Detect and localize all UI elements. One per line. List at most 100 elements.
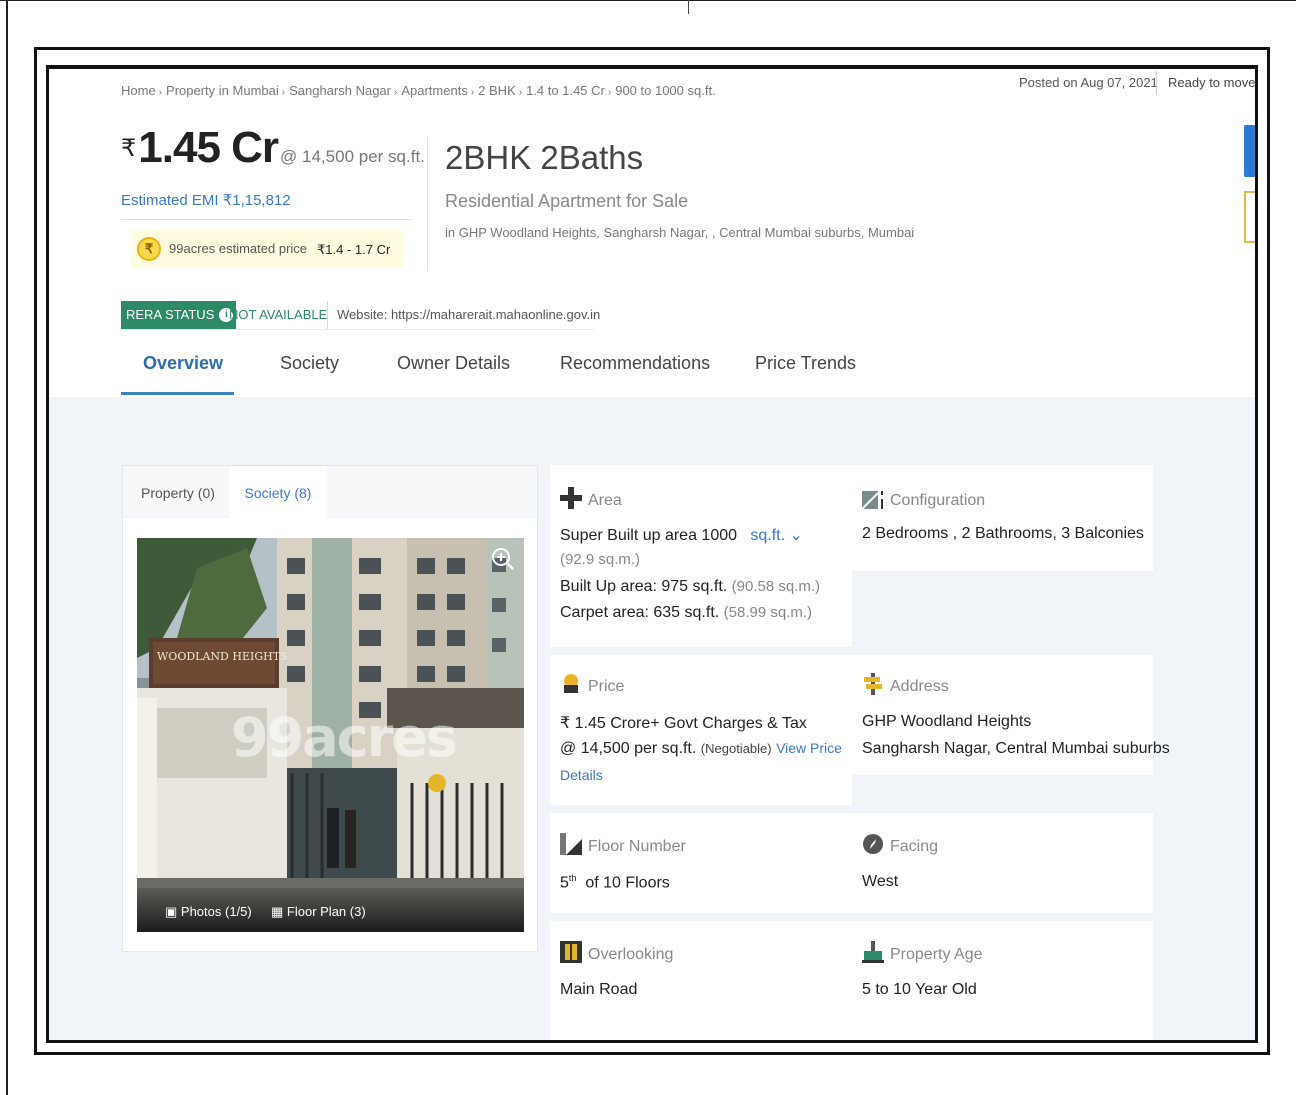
zoom-icon[interactable]	[490, 546, 516, 572]
breadcrumb-item[interactable]: Home	[121, 83, 156, 98]
price-per-sqft: @ 14,500 per sq.ft.	[280, 147, 425, 166]
contact-button-edge[interactable]	[1244, 125, 1255, 177]
carpet-sqm: (58.99 sq.m.)	[723, 604, 813, 621]
negotiable-tag: (Negotiable)	[700, 741, 772, 756]
price-divider	[121, 219, 411, 220]
chevron-right-icon: ›	[607, 87, 612, 98]
carpet-value: Carpet area: 635 sq.ft.	[560, 604, 720, 621]
compass-icon	[863, 834, 883, 854]
overlooking-label: Overlooking	[588, 946, 674, 963]
price-details-link[interactable]: Details	[560, 767, 603, 783]
image-icon: ▣	[165, 904, 181, 919]
floor-label: Floor Number	[588, 838, 686, 855]
photo-tabs: Property (0) Society (8)	[123, 466, 537, 518]
header-divider	[1156, 71, 1157, 95]
watermark-logo: 99acres	[231, 706, 458, 769]
built-up-value: Built Up area: 975 sq.ft.	[560, 578, 728, 595]
super-built-value: Super Built up area 1000	[560, 527, 738, 544]
page-top-border	[0, 0, 1296, 1]
unit-dropdown[interactable]: sq.ft. ⌄	[750, 527, 803, 544]
price-label: Price	[588, 678, 625, 695]
emi-link[interactable]: Estimated EMI ₹1,15,812	[121, 191, 291, 209]
overlooking-value: Main Road	[560, 981, 638, 998]
floor-value: 5th of 10 Floors	[560, 873, 670, 892]
chevron-down-icon: ⌄	[789, 527, 803, 544]
super-built-sqm-value: (92.9 sq.m.)	[560, 551, 641, 568]
availability-status: Ready to move	[1168, 75, 1256, 90]
tab-property-photos[interactable]: Property (0)	[141, 466, 215, 518]
rera-website: Website: https://maharerait.mahaonline.g…	[337, 307, 601, 322]
rera-badge-label: RERA STATUS	[126, 307, 215, 322]
screenshot-frame: Home › Property in Mumbai › Sangharsh Nagar ›…	[34, 47, 1270, 1055]
floor-suffix: th	[568, 873, 577, 883]
configuration-value: 2 Bedrooms , 2 Bathrooms, 3 Balconies	[862, 525, 1144, 542]
header-vertical-divider	[427, 137, 428, 271]
configuration-icon	[862, 491, 883, 509]
floor-plan-button[interactable]: ▦ Floor Plan (3)	[271, 904, 366, 920]
price-heading-detail: Price	[560, 673, 624, 696]
built-up-sqm: (90.58 sq.m.)	[731, 578, 821, 595]
tab-recommendations[interactable]: Recommendations	[560, 353, 710, 374]
breadcrumb-item[interactable]: 2 BHK	[478, 83, 516, 98]
configuration-card: Configuration 2 Bedrooms , 2 Bathrooms, …	[852, 465, 1153, 571]
facing-card: Facing West	[852, 813, 1153, 913]
chevron-right-icon: ›	[470, 87, 475, 98]
unit-label: sq.ft.	[750, 527, 786, 544]
chevron-right-icon: ›	[281, 87, 286, 98]
floor-total: of 10 Floors	[585, 874, 670, 892]
money-bag-icon	[564, 674, 578, 693]
configuration-label: Configuration	[890, 492, 986, 509]
estimated-price-box[interactable]: ₹ 99acres estimated price ₹1.4 - 1.7 Cr	[131, 230, 403, 268]
breadcrumb-item[interactable]: Sangharsh Nagar	[289, 83, 391, 98]
breadcrumb: Home › Property in Mumbai › Sangharsh Nagar ›…	[121, 83, 716, 98]
price-per-sqft-detail: @ 14,500 per sq.ft.	[560, 740, 697, 757]
shortlist-button-edge[interactable]	[1244, 191, 1255, 243]
rupee-coin-icon: ₹	[137, 237, 161, 261]
tab-society-photos[interactable]: Society (8)	[229, 466, 327, 518]
frame-top-bar	[49, 65, 1255, 69]
floor-number: 5	[560, 874, 569, 892]
area-heading: Area	[560, 487, 622, 510]
estimate-label: 99acres estimated price	[169, 241, 308, 256]
price-line-3: Details	[560, 767, 603, 785]
listing-location: in GHP Woodland Heights, Sangharsh Nagar…	[445, 225, 915, 240]
window-icon	[560, 941, 582, 963]
rupee-symbol: ₹	[121, 135, 137, 162]
area-icon	[560, 487, 582, 509]
breadcrumb-item[interactable]: Property in Mumbai	[166, 83, 279, 98]
tab-price-trends[interactable]: Price Trends	[755, 353, 856, 374]
property-age-label: Property Age	[890, 946, 983, 963]
view-price-link[interactable]: View Price	[776, 740, 842, 756]
rera-status-badge[interactable]: RERA STATUS i	[121, 301, 237, 329]
chevron-right-icon: ›	[394, 87, 398, 98]
signpost-icon	[864, 673, 882, 695]
area-label: Area	[588, 492, 622, 509]
floor-heading: Floor Number	[560, 833, 686, 856]
property-age-value: 5 to 10 Year Old	[862, 981, 977, 998]
estimate-range: ₹1.4 - 1.7 Cr	[317, 242, 391, 257]
page-left-border	[6, 0, 8, 1095]
society-photo[interactable]: WOODLAND HEIGHTS 99acres ▣ Photos (1/5) …	[137, 538, 524, 932]
super-built-area: Super Built up area 1000 sq.ft. ⌄	[560, 525, 803, 545]
price-card: Price ₹ 1.45 Crore+ Govt Charges & Tax @…	[550, 655, 852, 805]
price-line-1: ₹ 1.45 Crore+ Govt Charges & Tax	[560, 715, 807, 732]
tab-society[interactable]: Society	[280, 353, 339, 374]
photos-count-button[interactable]: ▣ Photos (1/5)	[165, 904, 252, 920]
photo-gallery-card: Property (0) Society (8) WOODLAND HEIGHT…	[122, 465, 538, 952]
listing-subtitle: Residential Apartment for Sale	[445, 191, 689, 211]
super-built-sqm: (92.9 sq.m.)	[560, 551, 640, 569]
configuration-heading: Configuration	[862, 487, 985, 510]
active-tab-indicator	[121, 392, 234, 395]
tab-owner-details[interactable]: Owner Details	[397, 353, 510, 374]
breadcrumb-item[interactable]: 900 to 1000 sq.ft.	[615, 83, 715, 98]
carpet-area: Carpet area: 635 sq.ft. (58.99 sq.m.)	[560, 604, 812, 622]
property-age-card: Property Age 5 to 10 Year Old	[852, 921, 1153, 1040]
overlooking-card: Overlooking Main Road	[550, 921, 852, 1040]
breadcrumb-item[interactable]: 1.4 to 1.45 Cr	[526, 83, 605, 98]
facing-heading: Facing	[862, 833, 938, 856]
tab-overview[interactable]: Overview	[143, 353, 223, 374]
breadcrumb-item[interactable]: Apartments	[401, 83, 467, 98]
floor-card: Floor Number 5th of 10 Floors	[550, 813, 852, 913]
rera-underline	[121, 329, 594, 330]
address-card: Address GHP Woodland Heights Sangharsh N…	[852, 655, 1170, 775]
